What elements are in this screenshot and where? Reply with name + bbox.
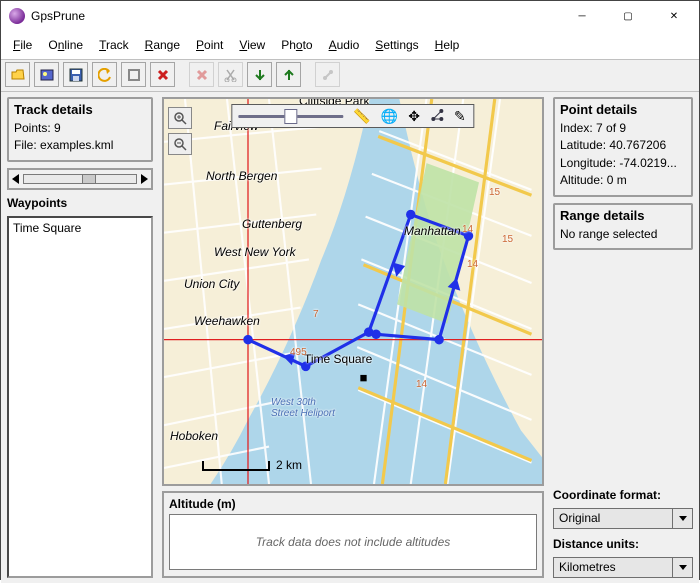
waypoint-label: Time Square — [304, 352, 372, 366]
menu-help[interactable]: Help — [429, 35, 466, 55]
slider-next-icon[interactable] — [141, 174, 148, 184]
app-icon — [9, 8, 25, 24]
map-scale-bar: 2 km — [202, 458, 302, 472]
altitude-title: Altitude (m) — [169, 497, 537, 511]
range-start-button[interactable] — [247, 62, 272, 87]
compress-button[interactable] — [121, 62, 146, 87]
coord-format-label: Coordinate format: — [553, 488, 693, 502]
map-panel[interactable]: Fairview North Bergen Guttenberg West Ne… — [162, 97, 544, 486]
menu-file[interactable]: File — [7, 35, 38, 55]
scale-icon[interactable]: 📏 — [353, 109, 370, 123]
range-message: No range selected — [560, 226, 686, 243]
track-details-title: Track details — [14, 102, 146, 117]
track-details-panel: Track details Points: 9 File: examples.k… — [7, 97, 153, 162]
list-item[interactable]: Time Square — [11, 220, 149, 236]
main-toolbar — [1, 59, 699, 92]
point-details-title: Point details — [560, 102, 686, 117]
slider-prev-icon[interactable] — [12, 174, 19, 184]
save-button[interactable] — [63, 62, 88, 87]
open-file-button[interactable] — [5, 62, 30, 87]
delete-point-button[interactable] — [150, 62, 175, 87]
map-label: Union City — [184, 277, 239, 291]
zoom-in-button[interactable] — [168, 107, 192, 129]
menu-view[interactable]: View — [233, 35, 271, 55]
waypoints-label: Waypoints — [7, 196, 153, 210]
window-maximize-button[interactable]: ▢ — [605, 1, 651, 31]
map-toolbar: 📏 🌐 ✥ ✎ — [231, 104, 474, 128]
menu-photo[interactable]: Photo — [275, 35, 318, 55]
map-label: Weehawken — [194, 314, 260, 328]
map-label: North Bergen — [206, 169, 277, 183]
coord-format-value: Original — [554, 509, 672, 528]
menu-audio[interactable]: Audio — [323, 35, 366, 55]
connect-button — [315, 62, 340, 87]
map-opacity-slider[interactable] — [238, 108, 343, 124]
distance-units-select[interactable]: Kilometres — [553, 557, 693, 578]
chevron-down-icon[interactable] — [672, 558, 692, 577]
track-points-row: Points: 9 — [14, 120, 146, 137]
distance-units-label: Distance units: — [553, 537, 693, 551]
range-details-panel: Range details No range selected — [553, 203, 693, 250]
edit-mode-icon[interactable]: ✎ — [454, 109, 466, 123]
distance-units-value: Kilometres — [554, 558, 672, 577]
chevron-down-icon[interactable] — [672, 509, 692, 528]
globe-icon[interactable]: 🌐 — [381, 109, 398, 123]
range-details-title: Range details — [560, 208, 686, 223]
connect-points-icon[interactable] — [430, 108, 444, 124]
altitude-chart: Track data does not include altitudes — [169, 514, 537, 570]
range-end-button[interactable] — [276, 62, 301, 87]
map-label: Manhattan — [404, 224, 461, 238]
delete-range-button — [189, 62, 214, 87]
add-photo-button[interactable] — [34, 62, 59, 87]
cut-button — [218, 62, 243, 87]
menu-track[interactable]: Track — [93, 35, 135, 55]
window-minimize-button[interactable]: ─ — [559, 1, 605, 31]
map-label: West 30thStreet Heliport — [271, 397, 335, 419]
point-details-panel: Point details Index: 7 of 9 Latitude: 40… — [553, 97, 693, 197]
map-label: West New York — [214, 245, 296, 259]
window-titlebar: GpsPrune ─ ▢ ✕ — [1, 1, 699, 31]
menu-online[interactable]: Online — [42, 35, 89, 55]
map-scale-label: 2 km — [276, 458, 302, 472]
undo-button[interactable] — [92, 62, 117, 87]
autopan-icon[interactable]: ✥ — [408, 109, 420, 123]
map-canvas[interactable] — [164, 99, 542, 484]
menu-range[interactable]: Range — [139, 35, 186, 55]
map-label: Hoboken — [170, 429, 218, 443]
map-label: Guttenberg — [242, 217, 302, 231]
waypoints-list[interactable]: Time Square — [7, 216, 153, 578]
coord-format-select[interactable]: Original — [553, 508, 693, 529]
menu-settings[interactable]: Settings — [369, 35, 424, 55]
altitude-message: Track data does not include altitudes — [256, 535, 451, 549]
altitude-panel: Altitude (m) Track data does not include… — [162, 491, 544, 578]
window-title: GpsPrune — [31, 9, 85, 23]
zoom-out-button[interactable] — [168, 133, 192, 155]
menu-point[interactable]: Point — [190, 35, 229, 55]
track-file-row: File: examples.kml — [14, 137, 146, 154]
menubar: File Online Track Range Point View Photo… — [1, 31, 699, 59]
track-point-slider[interactable] — [7, 168, 153, 190]
window-close-button[interactable]: ✕ — [651, 1, 697, 31]
